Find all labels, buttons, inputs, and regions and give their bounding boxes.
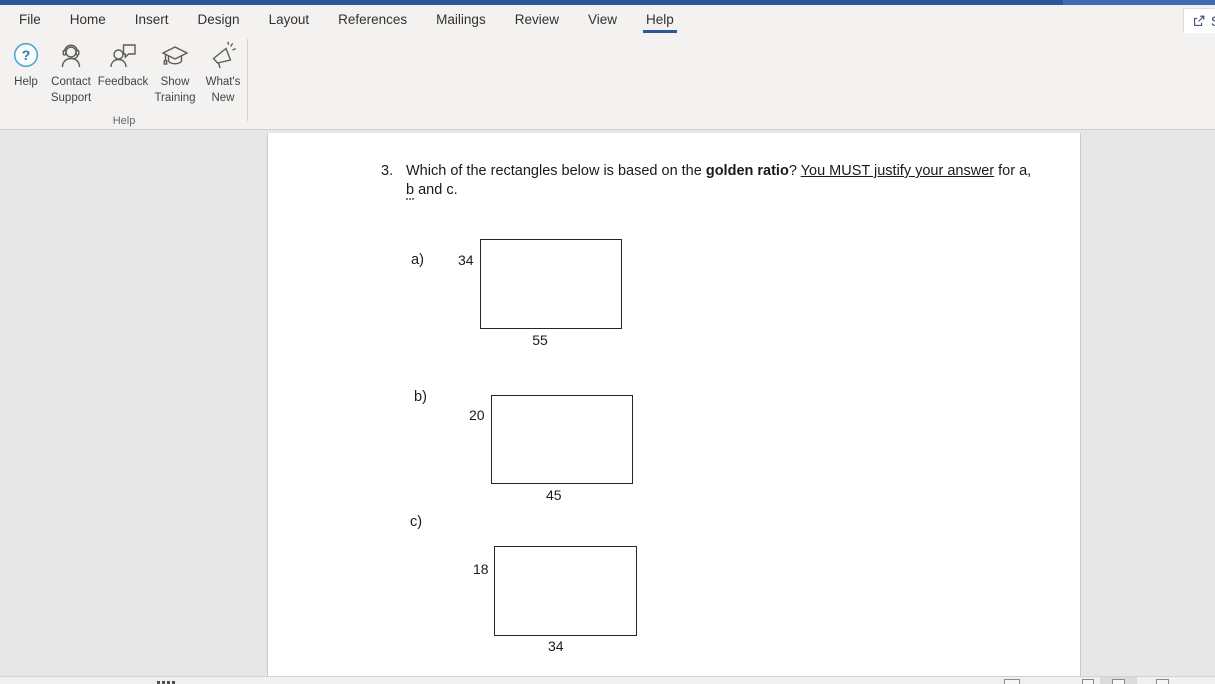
show-training-icon bbox=[160, 41, 190, 71]
contact-support-icon bbox=[56, 41, 86, 71]
ribbon-tab-bar: File Home Insert Design Layout Reference… bbox=[0, 5, 1215, 33]
whats-new-button[interactable]: What's New bbox=[200, 39, 246, 108]
share-button-label: Sh bbox=[1211, 14, 1215, 29]
tab-file[interactable]: File bbox=[19, 5, 41, 33]
whats-new-icon bbox=[208, 41, 238, 71]
word-window: File Home Insert Design Layout Reference… bbox=[0, 0, 1215, 684]
figure-a-width-value: 55 bbox=[532, 332, 548, 348]
figure-a: a) 34 55 bbox=[268, 133, 1080, 676]
contact-support-button-label: Contact Support bbox=[50, 76, 92, 104]
question-number: 3. bbox=[381, 163, 394, 179]
read-mode-button[interactable] bbox=[1004, 679, 1020, 684]
figure-b-label: b) bbox=[414, 389, 427, 405]
tab-insert[interactable]: Insert bbox=[135, 5, 169, 33]
tab-help[interactable]: Help bbox=[643, 5, 677, 33]
contact-support-button[interactable]: Contact Support bbox=[46, 39, 96, 108]
ribbon-group-label-help: Help bbox=[112, 115, 136, 127]
tab-home[interactable]: Home bbox=[70, 5, 106, 33]
document-page[interactable]: 3. Which of the rectangles below is base… bbox=[267, 133, 1081, 676]
share-button[interactable]: Sh bbox=[1183, 8, 1215, 34]
ribbon-group-divider bbox=[247, 39, 248, 121]
show-training-button-label: Show Training bbox=[154, 76, 196, 104]
figure-b-width-value: 45 bbox=[546, 487, 562, 503]
figure-c-rectangle bbox=[494, 546, 637, 636]
question-3: 3. Which of the rectangles below is base… bbox=[381, 162, 1041, 200]
document-area: 3. Which of the rectangles below is base… bbox=[0, 130, 1215, 676]
print-layout-button[interactable] bbox=[1082, 679, 1094, 684]
question-text-underlined: You MUST justify your answer bbox=[800, 163, 995, 179]
figure-c: c) 18 34 bbox=[268, 133, 1080, 676]
ribbon-help-tab-content: ? Help Contact Support Feedback Show Tra… bbox=[0, 33, 1215, 130]
figure-a-rectangle bbox=[480, 239, 622, 329]
help-group-buttons: ? Help Contact Support Feedback Show Tra… bbox=[6, 39, 246, 108]
web-layout-button[interactable] bbox=[1156, 679, 1169, 684]
question-text-bold: golden ratio bbox=[705, 163, 789, 179]
question-text-segment: and c. bbox=[414, 181, 458, 198]
whats-new-button-label: What's New bbox=[205, 76, 241, 104]
show-training-button[interactable]: Show Training bbox=[150, 39, 200, 108]
figure-c-width-value: 34 bbox=[548, 638, 564, 654]
help-button-label: Help bbox=[14, 76, 38, 88]
figure-a-label: a) bbox=[411, 252, 424, 268]
figure-c-label: c) bbox=[410, 514, 423, 530]
tab-review[interactable]: Review bbox=[515, 5, 559, 33]
question-text-segment: for a, bbox=[994, 163, 1032, 179]
figure-c-height-value: 18 bbox=[473, 561, 489, 577]
spellcheck-marked-word: b bbox=[406, 181, 415, 200]
feedback-button[interactable]: Feedback bbox=[96, 39, 150, 93]
svg-text:?: ? bbox=[22, 47, 31, 63]
question-text: Which of the rectangles below is based o… bbox=[406, 162, 1041, 200]
status-bar bbox=[0, 676, 1215, 684]
tab-mailings[interactable]: Mailings bbox=[436, 5, 486, 33]
tab-design[interactable]: Design bbox=[198, 5, 240, 33]
print-layout-active-icon[interactable] bbox=[1112, 679, 1125, 684]
help-button[interactable]: ? Help bbox=[6, 39, 46, 93]
feedback-button-label: Feedback bbox=[97, 76, 149, 88]
help-icon: ? bbox=[11, 41, 41, 71]
share-icon bbox=[1192, 14, 1206, 28]
tab-layout[interactable]: Layout bbox=[269, 5, 310, 33]
question-text-segment: Which of the rectangles below is based o… bbox=[406, 163, 706, 179]
feedback-icon bbox=[108, 41, 138, 71]
tab-references[interactable]: References bbox=[338, 5, 407, 33]
question-text-segment: ? bbox=[788, 163, 801, 179]
tab-view[interactable]: View bbox=[588, 5, 617, 33]
figure-a-height-value: 34 bbox=[458, 252, 474, 268]
figure-b: b) 20 45 bbox=[268, 133, 1080, 676]
figure-b-height-value: 20 bbox=[469, 407, 485, 423]
figure-b-rectangle bbox=[491, 395, 633, 484]
